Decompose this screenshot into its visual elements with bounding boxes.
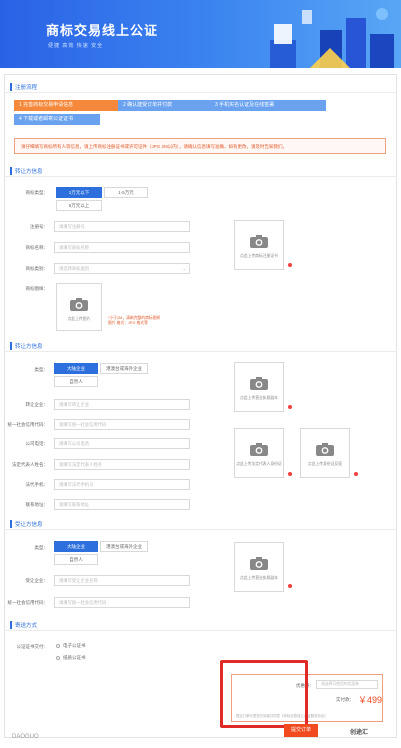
id-back-upload[interactable]: 点此上传身份证反面	[300, 428, 350, 478]
legal-label: 法定代表人姓名：	[12, 462, 48, 467]
type-option-overseas[interactable]: 港澳台或海外企业	[100, 363, 148, 374]
type-option-person[interactable]: 自然人	[54, 376, 98, 387]
required-dot	[288, 472, 292, 476]
class-label: 商标类别：	[25, 266, 49, 271]
credit-label: 统一社会信用代码：	[7, 600, 49, 605]
section-process: 注册流程	[4, 82, 397, 93]
type-label: 类型：	[34, 367, 49, 372]
section-transferor: 转让方信息	[4, 166, 397, 177]
type-label: 类型：	[34, 545, 49, 550]
name-label: 商标名称：	[25, 245, 49, 250]
page-subtitle: 便捷 高效 快速 安全	[48, 43, 104, 49]
image-label: 商标图样：	[25, 286, 49, 291]
mark-image-upload[interactable]: 点此上传图片	[56, 283, 102, 331]
camera-icon	[70, 298, 88, 311]
credit-label: 统一社会信用代码：	[7, 422, 49, 427]
required-dot	[288, 405, 292, 409]
section-transferor-party: 转让方信息	[4, 341, 397, 352]
step-1: 1 完善商标交易申请信息	[14, 100, 118, 111]
camera-icon	[250, 377, 268, 390]
cert-upload[interactable]: 点此上传商标注册证书	[234, 220, 284, 270]
submit-button[interactable]: 提交订单	[284, 724, 318, 737]
transferee-credit-input[interactable]: 请填写统一社会信用代码	[54, 597, 190, 608]
coupon-select[interactable]: 请选择可使用的优惠券	[316, 680, 378, 689]
mobile-label: 法代手机：	[25, 482, 49, 487]
watermark-right: 创途汇	[350, 730, 369, 736]
notice-banner: 请仔细填写商标所有人等信息，请上传商标注册证书或许可证件（JPG 2M以内），请…	[14, 138, 386, 154]
camera-icon	[250, 557, 268, 570]
step-3: 3 手机实名认证及在线签署	[210, 100, 326, 111]
mobile-input[interactable]: 请填写法代手机号	[54, 479, 190, 490]
delivery-label: 公证证书交付：	[16, 644, 49, 649]
address-label: 联系地址：	[25, 502, 49, 507]
credit-code-input[interactable]: 请填写统一社会信用代码	[54, 419, 190, 430]
page-title: 商标交易线上公证	[46, 23, 159, 38]
type-option-mainland[interactable]: 大陆企业	[54, 363, 98, 374]
company-input[interactable]: 请填写转让企业	[54, 399, 190, 410]
image-tip: *小于2M，清晰完整的商标图样 图片 格式：JPG 格式等	[108, 316, 161, 325]
chevron-down-icon: ⌄	[182, 266, 186, 271]
transferee-company-input[interactable]: 请填写受让企业名称	[54, 575, 190, 586]
company-label: 转让企业：	[25, 402, 49, 407]
id-front-upload[interactable]: 点此上传法定代表人身份证	[234, 428, 284, 478]
legal-rep-input[interactable]: 请填写法定代表人姓名	[54, 459, 190, 470]
radio-paper[interactable]	[56, 656, 60, 660]
total-label: 实付款：	[336, 697, 354, 702]
radio-paper-label: 纸质公证书	[63, 655, 86, 660]
required-dot	[288, 584, 292, 588]
camera-icon	[250, 443, 268, 456]
size-option-2[interactable]: 1-5万元	[104, 187, 148, 198]
radio-electronic[interactable]	[56, 644, 60, 648]
highlight-box	[220, 660, 308, 728]
reg-label: 注册号：	[30, 224, 48, 229]
section-transferee: 受让方信息	[4, 519, 397, 530]
step-4: 4 下载或者邮寄公证证书	[14, 114, 100, 125]
header-banner: 商标交易线上公证 便捷 高效 快速 安全	[0, 0, 401, 68]
size-option-3[interactable]: 5万元以上	[56, 200, 102, 211]
reg-number-input[interactable]: 请填写注册号	[54, 221, 190, 232]
license-upload[interactable]: 点此上传营业执照副本	[234, 362, 284, 412]
step-2: 2 确认建受订单并付款	[118, 100, 210, 111]
type-option-person[interactable]: 自然人	[54, 554, 98, 565]
total-amount: ￥499	[358, 695, 383, 705]
camera-icon	[250, 235, 268, 248]
radio-electronic-label: 电子公证书	[63, 643, 86, 648]
type-option-overseas[interactable]: 港澳台或海外企业	[100, 541, 148, 552]
type-option-mainland[interactable]: 大陆企业	[54, 541, 98, 552]
class-select[interactable]: 请选择商标类别 ⌄	[54, 263, 190, 274]
required-dot	[288, 263, 292, 267]
mark-name-input[interactable]: 请填写商标名称	[54, 242, 190, 253]
camera-icon	[316, 443, 334, 456]
size-option-1[interactable]: 1万元以下	[56, 187, 102, 198]
company-label: 受让企业：	[25, 578, 49, 583]
watermark-left: DAOGUO	[12, 734, 39, 740]
transferee-license-upload[interactable]: 点此上传营业执照副本	[234, 542, 284, 592]
company-phone-input[interactable]: 请填写公司电话	[54, 438, 190, 449]
size-label: 商标类型：	[25, 190, 49, 195]
banner-illustration	[270, 8, 394, 68]
phone-label: 公司电话：	[25, 441, 49, 446]
section-delivery: 寄送方式	[4, 620, 397, 631]
address-input[interactable]: 请填写联系地址	[54, 499, 190, 510]
required-dot	[354, 472, 358, 476]
